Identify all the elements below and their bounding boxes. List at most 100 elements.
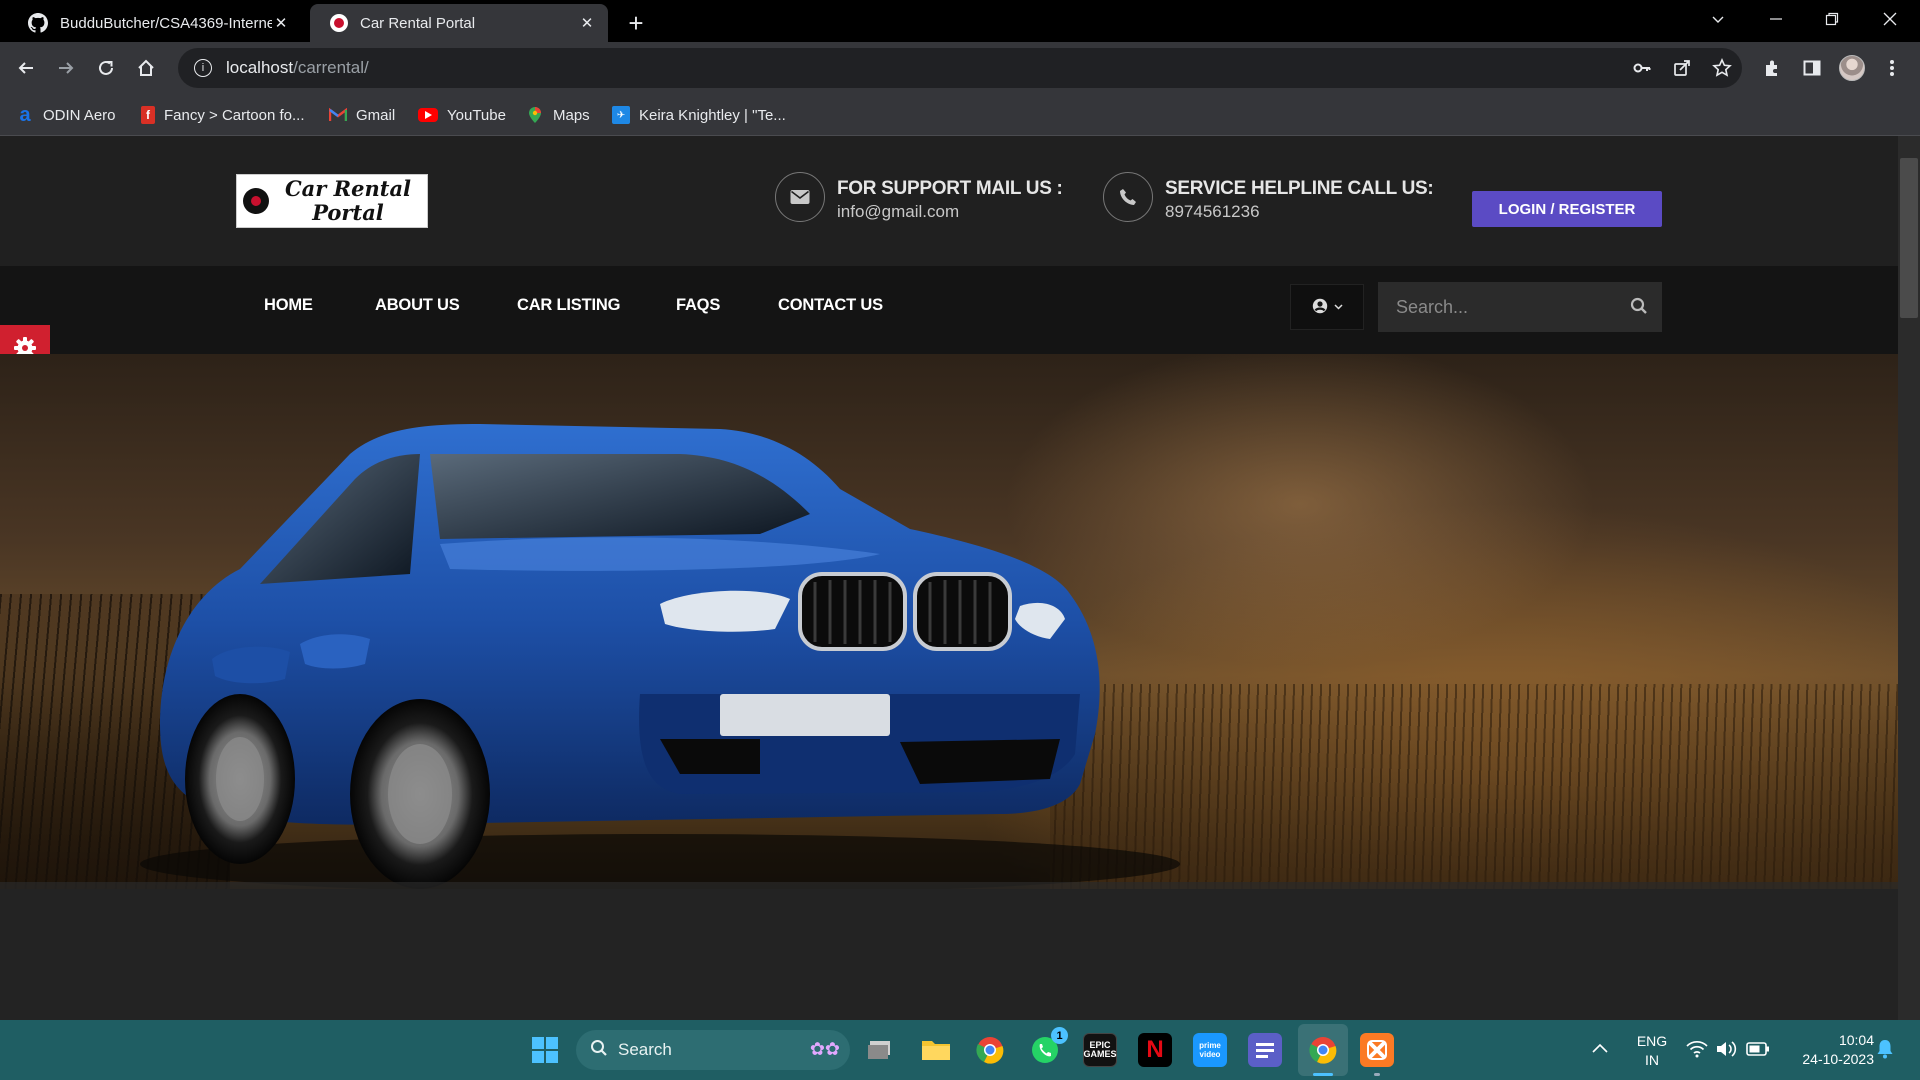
close-window-icon[interactable] (1868, 0, 1912, 38)
bookmark-gmail[interactable]: Gmail (329, 104, 395, 126)
envelope-icon (775, 172, 825, 222)
windows-taskbar: Search ✿✿ 1 EPIC GAMES N prime video ENG I… (0, 1020, 1920, 1080)
bookmark-maps[interactable]: Maps (526, 104, 590, 126)
bookmark-label: Fancy > Cartoon fo... (164, 106, 305, 124)
bookmark-youtube[interactable]: YouTube (418, 104, 506, 126)
xampp-icon[interactable] (1360, 1033, 1394, 1067)
support-email[interactable]: info@gmail.com (837, 202, 1063, 222)
github-icon (28, 13, 48, 33)
site-logo[interactable]: Car Rental Portal (236, 174, 428, 228)
fancy-icon: f (141, 106, 155, 124)
helpline-block: SERVICE HELPLINE CALL US: 8974561236 (1103, 172, 1434, 222)
youtube-icon (418, 108, 438, 122)
tab-car-rental[interactable]: Car Rental Portal ✕ (310, 4, 608, 42)
chevron-down-icon (1333, 301, 1343, 313)
search-input[interactable] (1396, 296, 1616, 318)
epic-games-icon[interactable]: EPIC GAMES (1083, 1033, 1117, 1067)
lang-line2: IN (1645, 1052, 1659, 1068)
clock-time: 10:04 (1838, 1032, 1874, 1048)
clock-date: 24-10-2023 (1802, 1051, 1874, 1067)
url-host: localhost (226, 58, 294, 77)
battery-icon[interactable] (1746, 1041, 1770, 1062)
chevron-up-icon[interactable] (1592, 1040, 1608, 1058)
nav-about-us[interactable]: ABOUT US (375, 296, 460, 315)
bookmark-keira[interactable]: ✈ Keira Knightley | "Te... (612, 104, 786, 126)
extensions-icon[interactable] (1756, 52, 1788, 84)
search-highlight-icon: ✿✿ (809, 1039, 840, 1059)
home-icon[interactable] (130, 52, 162, 84)
restore-icon[interactable] (1810, 0, 1854, 38)
nav-car-listing[interactable]: CAR LISTING (517, 296, 620, 315)
notification-bell-icon[interactable] (1876, 1039, 1894, 1064)
minimize-icon[interactable] (1754, 0, 1798, 38)
odin-icon: a (19, 103, 31, 126)
user-circle-icon (1312, 298, 1328, 317)
chrome-active-icon[interactable] (1306, 1033, 1340, 1067)
menu-kebab-icon[interactable] (1876, 52, 1908, 84)
running-indicator (1374, 1073, 1380, 1076)
notification-badge: 1 (1051, 1027, 1068, 1044)
site-info-icon[interactable]: i (194, 59, 212, 77)
site-header: Car Rental Portal FOR SUPPORT MAIL US : … (0, 136, 1898, 266)
wifi-icon[interactable] (1686, 1040, 1708, 1063)
prime-video-icon[interactable]: prime video (1193, 1033, 1227, 1067)
helpline-title: SERVICE HELPLINE CALL US: (1165, 178, 1434, 199)
bookmarks-bar: a ODIN Aero f Fancy > Cartoon fo... Gmai… (0, 94, 1920, 136)
lang-line1: ENG (1636, 1033, 1668, 1049)
search-icon (590, 1039, 608, 1062)
helpline-number[interactable]: 8974561236 (1165, 202, 1433, 222)
tab-github[interactable]: BudduButcher/CSA4369-Interne ✕ (8, 4, 302, 42)
share-icon[interactable] (1672, 58, 1692, 83)
address-bar[interactable]: i localhost/carrental/ (178, 48, 1742, 88)
task-view-icon[interactable] (863, 1033, 897, 1067)
volume-icon[interactable] (1716, 1040, 1738, 1063)
page-viewport: Car Rental Portal FOR SUPPORT MAIL US : … (0, 136, 1898, 1020)
password-key-icon[interactable] (1632, 58, 1652, 83)
side-panel-icon[interactable] (1796, 52, 1828, 84)
taskbar-search-label: Search (618, 1040, 672, 1059)
bookmark-star-icon[interactable] (1712, 58, 1732, 83)
back-icon[interactable] (10, 52, 42, 84)
bookmark-label: Maps (553, 106, 590, 124)
bookmark-label: Gmail (356, 106, 396, 124)
forward-icon[interactable] (50, 52, 82, 84)
login-register-button[interactable]: LOGIN / REGISTER (1472, 191, 1662, 227)
taskbar-search[interactable]: Search ✿✿ (576, 1030, 850, 1070)
language-indicator[interactable]: ENG IN (1634, 1032, 1670, 1070)
clock[interactable]: 10:04 24-10-2023 (1780, 1031, 1874, 1069)
chrome-icon[interactable] (973, 1033, 1007, 1067)
main-nav: HOME ABOUT US CAR LISTING FAQS CONTACT U… (0, 266, 1898, 354)
bookmark-label: ODIN Aero (43, 106, 116, 124)
bookmark-fancy[interactable]: f Fancy > Cartoon fo... (141, 104, 305, 126)
logo-line1: Car Rental (284, 176, 412, 201)
file-explorer-icon[interactable] (919, 1033, 953, 1067)
bookmark-label: YouTube (447, 106, 506, 124)
notes-app-icon[interactable] (1248, 1033, 1282, 1067)
close-icon[interactable]: ✕ (578, 14, 596, 32)
netflix-icon[interactable]: N (1138, 1033, 1172, 1067)
close-icon[interactable]: ✕ (272, 14, 290, 32)
logo-line2: Portal (312, 200, 384, 225)
user-menu-dropdown[interactable] (1290, 284, 1364, 330)
bookmark-site-icon: ✈ (612, 106, 630, 124)
url-path: /carrental/ (293, 58, 369, 77)
scrollbar-thumb[interactable] (1900, 158, 1918, 318)
bookmark-odin-aero[interactable]: a ODIN Aero (16, 103, 116, 126)
whatsapp-icon[interactable]: 1 (1028, 1027, 1068, 1067)
search-icon[interactable] (1630, 297, 1648, 320)
active-indicator (1313, 1073, 1333, 1076)
new-tab-button[interactable]: + (616, 8, 656, 38)
logo-mark-icon (243, 188, 269, 214)
reload-icon[interactable] (90, 52, 122, 84)
hero-banner (0, 354, 1898, 889)
nav-home[interactable]: HOME (264, 296, 313, 315)
car-rental-favicon (330, 14, 348, 32)
nav-contact-us[interactable]: CONTACT US (778, 296, 883, 315)
nav-faqs[interactable]: FAQS (676, 296, 720, 315)
bookmark-label: Keira Knightley | "Te... (639, 106, 786, 124)
browser-toolbar: i localhost/carrental/ (0, 42, 1920, 94)
tab-search-icon[interactable] (1696, 0, 1740, 38)
windows-start-icon[interactable] (528, 1033, 562, 1067)
site-search (1378, 282, 1662, 332)
profile-avatar[interactable] (1836, 52, 1868, 84)
